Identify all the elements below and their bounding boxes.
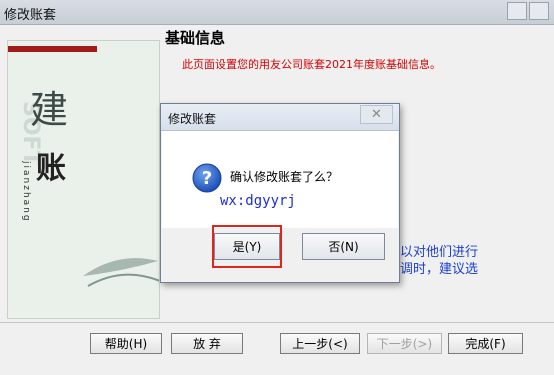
info-text-line-2: 调时，建议选 <box>400 262 479 277</box>
minimize-button[interactable] <box>507 2 527 20</box>
title-bar: 修改账套 <box>0 0 554 25</box>
finish-button[interactable]: 完成(F) <box>448 333 523 354</box>
next-button[interactable]: 下一步(>) <box>367 333 442 354</box>
dialog-close-button[interactable]: ✕ <box>360 105 393 124</box>
abandon-button[interactable]: 放 弃 <box>171 333 243 354</box>
big-character-2: 账 <box>36 151 66 186</box>
window-title: 修改账套 <box>4 8 57 23</box>
vertical-pinyin: jianzhang <box>21 161 31 223</box>
leaf-icon <box>83 258 159 287</box>
previous-button[interactable]: 上一步(<) <box>280 333 360 354</box>
page-description: 此页面设置您的用友公司账套2021年度账基础信息。 <box>182 58 441 71</box>
dialog-title: 修改账套 <box>168 112 217 126</box>
dialog-body: ? 确认修改账套了么？ wx:dgyyrj <box>162 131 398 228</box>
side-image-panel: SOFT 建 账 jianzhang <box>7 40 160 319</box>
help-button[interactable]: 帮助(H) <box>90 333 162 354</box>
confirm-dialog: 修改账套 ✕ ? 确认修改账套了么？ wx:dgyyrj 是(Y) 否(N) <box>160 103 400 283</box>
highlight-box <box>212 225 282 268</box>
main-window: 修改账套 SOFT 建 账 jianzhang 基础信息 此页面设置您的用友公司… <box>0 0 554 375</box>
dialog-title-bar: 修改账套 ✕ <box>161 104 399 131</box>
accent-bar <box>8 46 97 52</box>
question-icon: ? <box>192 163 222 193</box>
dialog-message: 确认修改账套了么？ <box>230 170 339 184</box>
svg-text:?: ? <box>202 168 212 189</box>
big-character-1: 建 <box>30 88 69 132</box>
footer-divider <box>0 322 554 323</box>
page-title: 基础信息 <box>165 29 226 47</box>
overlay-watermark: wx:dgyyrj <box>220 193 296 209</box>
no-button[interactable]: 否(N) <box>302 233 385 260</box>
close-button[interactable] <box>529 2 549 20</box>
